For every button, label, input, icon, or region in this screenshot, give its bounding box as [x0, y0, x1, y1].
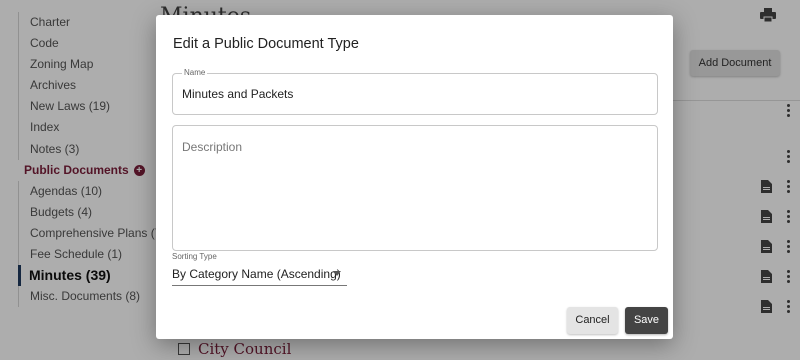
name-field-label: Name	[182, 68, 208, 77]
dialog-title: Edit a Public Document Type	[173, 36, 359, 52]
sorting-type-value: By Category Name (Ascending)	[172, 267, 341, 281]
save-button[interactable]: Save	[625, 307, 668, 334]
sorting-type-label: Sorting Type	[172, 252, 217, 261]
dropdown-caret-icon	[333, 271, 341, 276]
cancel-button[interactable]: Cancel	[567, 307, 618, 334]
sorting-type-select[interactable]: By Category Name (Ascending)	[172, 264, 347, 286]
edit-document-type-dialog: Edit a Public Document Type Name Minutes…	[156, 15, 673, 339]
name-field[interactable]: Name Minutes and Packets	[172, 68, 658, 115]
description-placeholder: Description	[182, 140, 243, 154]
description-field[interactable]: Description	[172, 125, 658, 251]
name-field-value[interactable]: Minutes and Packets	[182, 87, 293, 101]
